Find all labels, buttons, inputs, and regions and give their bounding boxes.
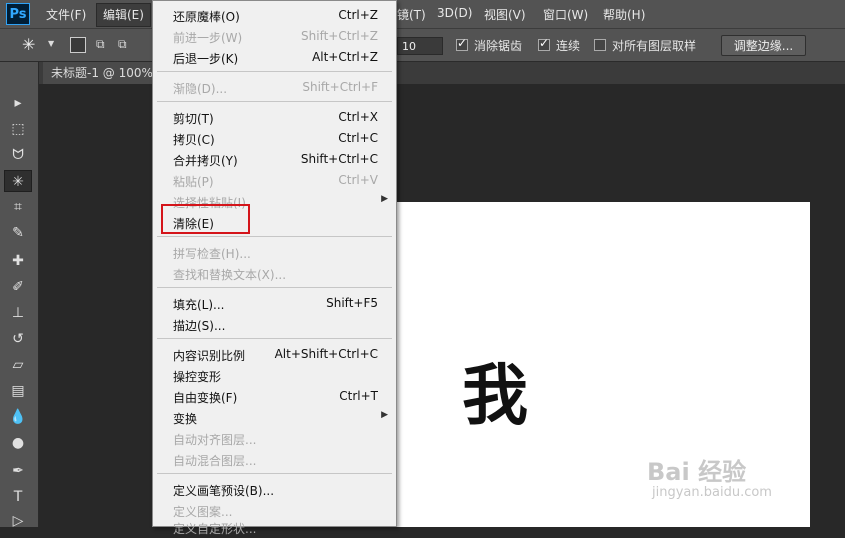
menu-item-cut[interactable]: 剪切(T) Ctrl+X: [153, 107, 396, 128]
menu-item-spell-check: 拼写检查(H)...: [173, 247, 251, 261]
menu-item-paste: 粘贴(P) Ctrl+V: [173, 173, 378, 189]
lasso-tool-icon[interactable]: ᗢ: [4, 144, 32, 166]
menu-item-free-transform[interactable]: 自由变换(F) Ctrl+T: [153, 386, 396, 407]
menu-item-find-replace: 查找和替换文本(X)...: [173, 268, 287, 282]
marquee-tool-icon[interactable]: ⬚: [4, 118, 32, 140]
clone-stamp-tool-icon[interactable]: ⊥: [4, 302, 32, 324]
menu-item-step-forward: 前进一步(W) Shift+Ctrl+Z: [173, 29, 378, 45]
blur-tool-icon[interactable]: 💧: [4, 406, 32, 428]
history-brush-tool-icon[interactable]: ↺: [4, 328, 32, 350]
type-tool-icon[interactable]: T: [4, 486, 32, 508]
tolerance-input[interactable]: 10: [397, 37, 443, 55]
menu-item-fill[interactable]: 填充(L)... Shift+F5: [153, 293, 396, 314]
magic-wand-tool-icon[interactable]: ✳: [4, 170, 32, 192]
baidu-watermark: Bai 经验: [647, 458, 747, 486]
menu-view[interactable]: 视图(V): [484, 6, 526, 23]
move-tool-icon[interactable]: ▸: [4, 92, 32, 114]
eyedropper-tool-icon[interactable]: ✎: [4, 222, 32, 244]
subtract-selection-icon[interactable]: ⧉: [118, 37, 127, 52]
all-layers-checkbox[interactable]: [594, 39, 606, 51]
preset-dropdown-icon[interactable]: ▼: [48, 39, 54, 48]
document-tab[interactable]: 未标题-1 @ 100%: [43, 62, 161, 84]
menu-item-undo[interactable]: 还原魔棒(O) Ctrl+Z: [153, 5, 396, 26]
submenu-arrow-icon: ▶: [381, 194, 388, 204]
menu-item-copy[interactable]: 拷贝(C) Ctrl+C: [153, 128, 396, 149]
menu-help[interactable]: 帮助(H): [603, 6, 645, 23]
menu-item-auto-align-layers: 自动对齐图层...: [173, 433, 257, 447]
menu-item-copy-merged[interactable]: 合并拷贝(Y) Shift+Ctrl+C: [153, 149, 396, 170]
antialias-checkbox[interactable]: [456, 36, 468, 51]
menu-item-define-custom-shape: 定义自定形状...: [173, 522, 257, 536]
photoshop-logo: Ps: [6, 3, 30, 25]
menu-separator: [157, 236, 392, 237]
options-bar: ✳ ▼ ⧉ ⧉ 10 消除锯齿 连续 对所有图层取样 调整边缘...: [0, 28, 845, 62]
eraser-tool-icon[interactable]: ▱: [4, 354, 32, 376]
menu-item-fade: 渐隐(D)... Shift+Ctrl+F: [173, 80, 378, 96]
crop-tool-icon[interactable]: ⌗: [4, 196, 32, 218]
menu-item-transform[interactable]: 变换 ▶: [153, 407, 396, 428]
menu-separator: [157, 71, 392, 72]
clear-highlight-box: [161, 204, 250, 234]
menu-item-content-aware-scale[interactable]: 内容识别比例 Alt+Shift+Ctrl+C: [153, 344, 396, 365]
new-selection-icon[interactable]: [70, 37, 86, 53]
menu-separator: [157, 287, 392, 288]
contiguous-label: 连续: [556, 39, 581, 53]
edit-menu-dropdown: 还原魔棒(O) Ctrl+Z 前进一步(W) Shift+Ctrl+Z 后退一步(K…: [152, 0, 397, 536]
path-selection-tool-icon[interactable]: ▷: [4, 510, 32, 532]
menu-item-step-backward[interactable]: 后退一步(K) Alt+Ctrl+Z: [153, 47, 396, 68]
dodge-tool-icon[interactable]: ●: [4, 432, 32, 454]
antialias-label: 消除锯齿: [474, 39, 523, 53]
menu-item-auto-blend-layers: 自动混合图层...: [173, 454, 257, 468]
menu-separator: [157, 473, 392, 474]
document-canvas[interactable]: 我 Bai 经验 jingyan.baidu.com: [397, 202, 810, 527]
gradient-tool-icon[interactable]: ▤: [4, 380, 32, 402]
menu-item-define-brush[interactable]: 定义画笔预设(B)...: [153, 479, 396, 500]
menu-item-puppet-warp[interactable]: 操控变形: [153, 365, 396, 386]
pen-tool-icon[interactable]: ✒: [4, 460, 32, 482]
baidu-watermark-url: jingyan.baidu.com: [652, 485, 772, 500]
menu-bar: Ps 文件(F) 编辑(E) 镜(T) 3D(D) 视图(V) 窗口(W) 帮助…: [0, 0, 845, 28]
menu-item-stroke[interactable]: 描边(S)...: [153, 314, 396, 335]
menu-window[interactable]: 窗口(W): [543, 6, 588, 23]
all-layers-label: 对所有图层取样: [612, 39, 697, 53]
magic-wand-preset-icon[interactable]: ✳: [22, 35, 35, 54]
menu-3d[interactable]: 3D(D): [437, 6, 472, 20]
menu-edit[interactable]: 编辑(E): [96, 3, 151, 27]
contiguous-checkbox[interactable]: [538, 36, 550, 51]
tools-panel: ▸ ⬚ ᗢ ✳ ⌗ ✎ ✚ ✐ ⊥ ↺ ▱ ▤ 💧 ● ✒ T ▷: [0, 62, 39, 529]
menu-separator: [157, 101, 392, 102]
menu-file[interactable]: 文件(F): [46, 6, 86, 23]
submenu-arrow-icon: ▶: [381, 410, 388, 420]
menu-filter[interactable]: 镜(T): [397, 6, 426, 23]
healing-brush-tool-icon[interactable]: ✚: [4, 250, 32, 272]
brush-tool-icon[interactable]: ✐: [4, 276, 32, 298]
canvas-glyph: 我: [462, 357, 528, 434]
menu-separator: [157, 338, 392, 339]
refine-edge-button[interactable]: 调整边缘...: [721, 35, 806, 56]
add-selection-icon[interactable]: ⧉: [96, 37, 105, 52]
